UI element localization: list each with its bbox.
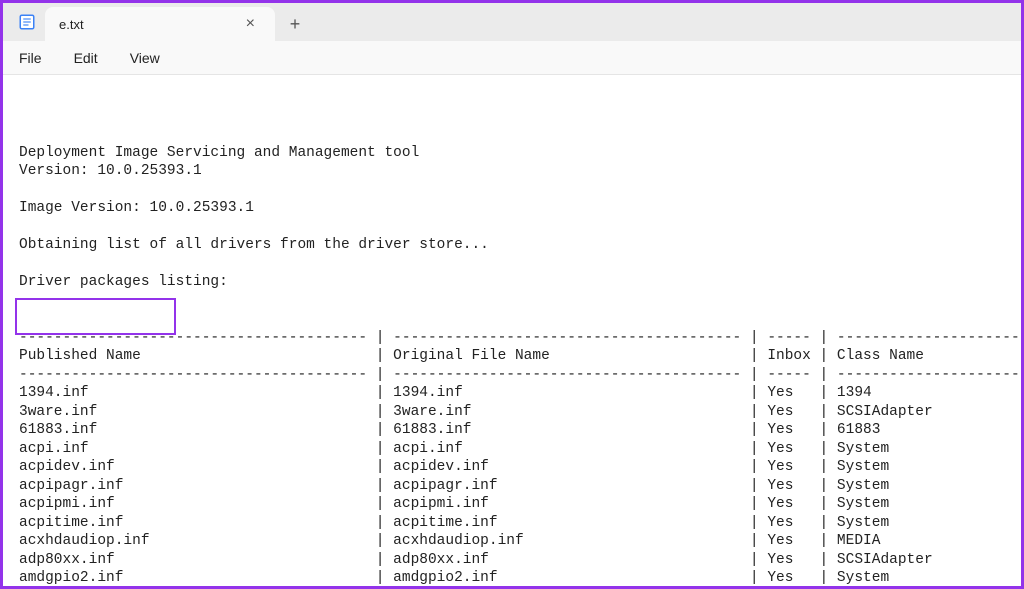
tab-title: e.txt xyxy=(59,17,84,32)
document-body: Deployment Image Servicing and Managemen… xyxy=(19,125,1005,586)
file-tab[interactable]: e.txt × xyxy=(45,7,275,41)
close-tab-icon[interactable]: × xyxy=(240,13,261,35)
menu-bar: File Edit View xyxy=(3,41,1021,75)
menu-edit[interactable]: Edit xyxy=(70,46,102,70)
title-bar: e.txt × + xyxy=(3,3,1021,41)
text-content[interactable]: Deployment Image Servicing and Managemen… xyxy=(3,75,1021,586)
menu-view[interactable]: View xyxy=(126,46,164,70)
menu-file[interactable]: File xyxy=(15,46,46,70)
new-tab-button[interactable]: + xyxy=(275,7,315,41)
notepad-icon xyxy=(9,3,45,41)
